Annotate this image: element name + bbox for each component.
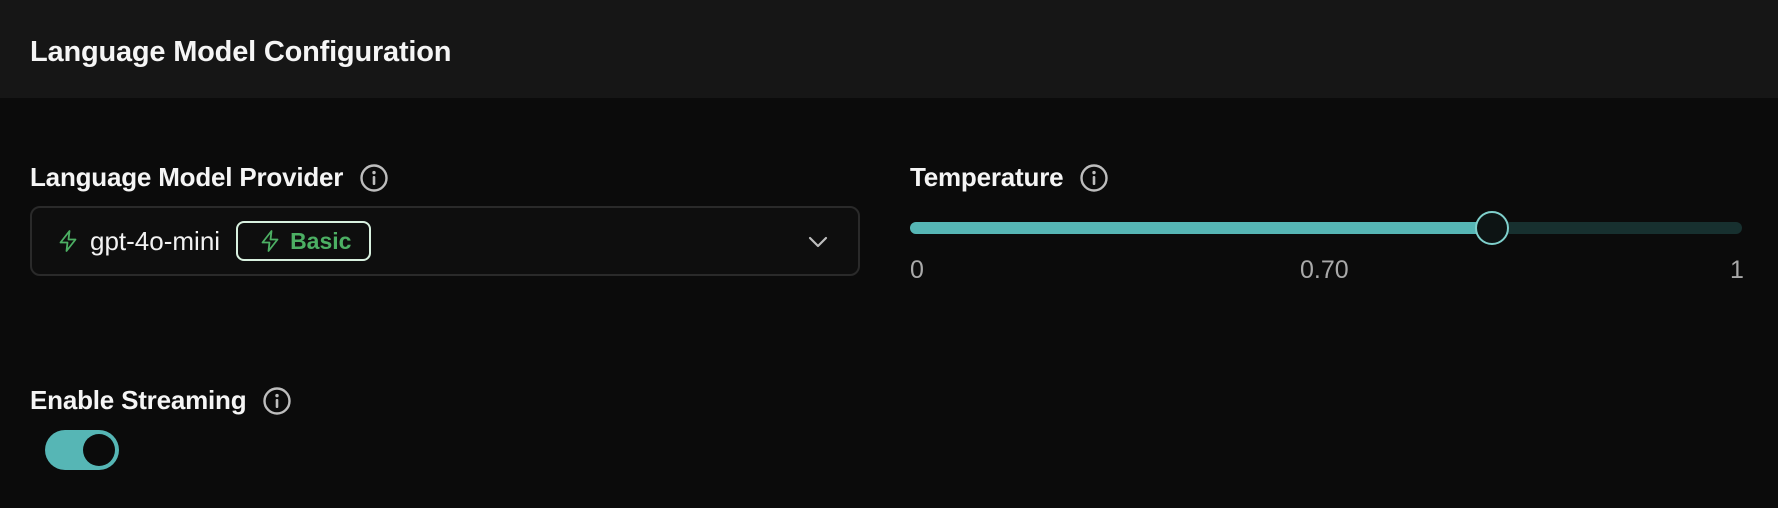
lightning-icon (258, 229, 282, 253)
slider-value-label: 0.70 (1300, 256, 1349, 284)
streaming-label-row: Enable Streaming (30, 385, 292, 416)
slider-max-label: 1 (1730, 256, 1744, 284)
tier-badge: Basic (236, 221, 372, 261)
selected-model: gpt-4o-mini (90, 225, 221, 256)
chevron-down-icon[interactable] (806, 230, 830, 254)
config-header: Language Model Configuration (0, 0, 1778, 98)
lightning-icon (56, 229, 80, 253)
streaming-toggle[interactable] (45, 430, 119, 470)
provider-label: Language Model Provider (30, 162, 344, 192)
temperature-slider[interactable] (910, 211, 1742, 245)
slider-min-label: 0 (910, 256, 924, 284)
info-icon[interactable] (1079, 163, 1109, 193)
temperature-label-row: Temperature (910, 162, 1109, 193)
provider-label-row: Language Model Provider (30, 162, 389, 193)
info-icon[interactable] (262, 386, 292, 416)
slider-fill (910, 222, 1493, 234)
slider-thumb[interactable] (1475, 211, 1510, 245)
badge-label: Basic (290, 227, 352, 254)
page-title: Language Model Configuration (30, 36, 452, 68)
temperature-label: Temperature (910, 162, 1064, 192)
provider-select[interactable]: gpt-4o-mini Basic (30, 206, 860, 276)
toggle-knob (83, 434, 115, 466)
info-icon[interactable] (359, 163, 389, 193)
streaming-label: Enable Streaming (30, 385, 247, 415)
